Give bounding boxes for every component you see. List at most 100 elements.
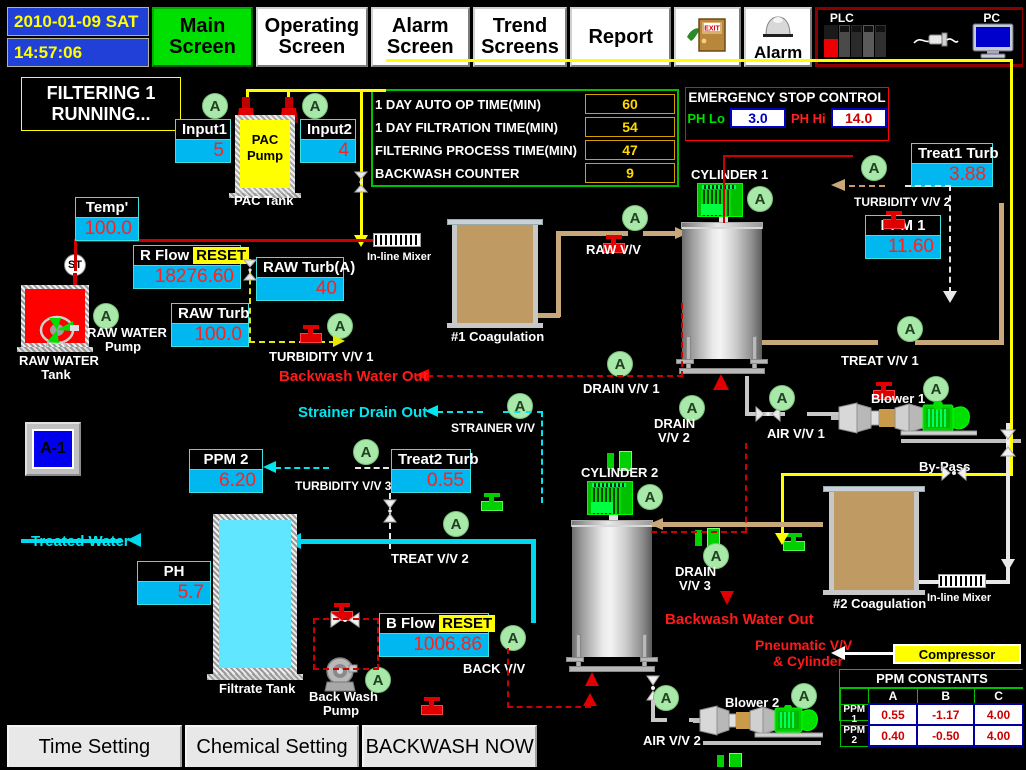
strainer-drain-out-label: Strainer Drain Out [298,404,428,421]
temp-display[interactable]: Temp' 100.0 [75,197,139,241]
auto-indicator-back-vv[interactable]: A [500,625,526,651]
r-flow-title-text: R Flow [140,247,190,264]
in-line-mixer-1-label: In-line Mixer [367,251,432,263]
bottom-action-bar: Time Setting Chemical Setting BACKWASH N… [7,725,538,767]
r-flow-reset-button[interactable]: RESET [193,247,250,264]
raw-turb-a-display[interactable]: RAW Turb(A) 40 [256,257,355,301]
temp-value: 100.0 [76,218,138,240]
nav-report-button[interactable]: Report [570,7,671,67]
exit-button[interactable]: EXIT [673,7,742,67]
status-line1: FILTERING 1 [46,83,156,104]
cylinder-1-label: CYLINDER 1 [691,167,769,182]
alarm-indicator-button[interactable]: Alarm [744,7,812,67]
raw-turb-title: RAW Turb [172,304,249,324]
turbidity-sample-line-1b [249,341,335,343]
backwash-now-button[interactable]: BACKWASH NOW [362,725,538,767]
backwash-check-valve[interactable] [330,612,360,633]
strainer-valve[interactable] [481,493,503,511]
auto-indicator-raw-vv[interactable]: A [622,205,648,231]
treated-water-label: Treated Water [31,533,130,550]
auto-indicator-blower-1[interactable]: A [923,376,949,402]
pac-check-valve-1[interactable] [353,171,369,198]
auto-tag-text: A [868,159,880,177]
nav-main-screen-button[interactable]: Main Screen [152,7,253,67]
cylinder-2-inlet-flow-arrow [649,518,663,530]
coagulation-tank-1 [452,225,538,323]
auto-indicator-drain-vv1[interactable]: A [607,351,633,377]
time-setting-button[interactable]: Time Setting [7,725,182,767]
mixer2-check-valve[interactable] [999,429,1017,462]
treat1-riser-right [999,203,1004,345]
backwash-pump-label-line2: Pump [323,703,360,718]
turbidity-vv3-line-right [355,467,389,469]
table-row: PPM 1 0.55 -1.17 4.00 [840,703,1023,726]
backwash-water-out-label-2: Backwash Water Out [665,611,814,628]
back-vv-label: BACK V/V [463,661,526,676]
nav-trend-screens-button[interactable]: Trend Screens [472,7,568,67]
auto-tag-text: A [710,547,722,565]
ppm-row1-b[interactable]: -1.17 [916,703,976,726]
ppm-row2-a[interactable]: 0.40 [867,724,919,747]
turbidity-valve-2[interactable] [883,211,905,229]
raw-turb-display[interactable]: RAW Turb 100.0 [171,303,249,347]
auto-indicator-pac-pump-2[interactable]: A [302,93,328,119]
auto-indicator-turbidity-vv3[interactable]: A [353,439,379,465]
bypass-check-valve[interactable] [941,464,967,486]
chemical-setting-button[interactable]: Chemical Setting [184,725,360,767]
ph-display[interactable]: PH 5.7 [137,561,211,605]
turbidity-vv2-sample-down [949,185,951,293]
input1-display[interactable]: Input1 5 [175,119,231,163]
nav-alarm-screen-button[interactable]: Alarm Screen [370,7,470,67]
ppm-row1-a[interactable]: 0.55 [867,703,919,726]
auto-indicator-pac-pump-1[interactable]: A [202,93,228,119]
treat1-turb-display[interactable]: Treat1 Turb 3.88 [911,143,999,187]
auto-indicator-treat-vv2[interactable]: A [443,511,469,537]
compressor-button[interactable]: Compressor [893,644,1021,664]
auto-indicator-treat-vv1[interactable]: A [897,316,923,342]
b-flow-display[interactable]: B Flow RESET 1006.86 [379,613,496,657]
drain-valve-3[interactable] [717,753,743,767]
ppm-row2-b[interactable]: -0.50 [916,724,976,747]
auto-indicator-cylinder-2[interactable]: A [637,484,663,510]
input2-display[interactable]: Input2 4 [300,119,356,163]
auto-indicator-strainer-vv[interactable]: A [507,393,533,419]
turbidity-vv3-line-left [275,467,329,469]
svg-text:EXIT: EXIT [704,25,720,32]
auto-indicator-air-vv2[interactable]: A [653,685,679,711]
nav-operating-screen-button[interactable]: Operating Screen [255,7,368,67]
treat1-turb-value: 3.88 [912,164,992,186]
cylinder-2-leg-right [642,634,647,670]
auto-indicator-turbidity-vv2[interactable]: A [861,155,887,181]
ppm-row2-c[interactable]: 4.00 [973,724,1023,747]
treat-valve-2[interactable] [421,697,443,715]
cylinder-2-label: CYLINDER 2 [581,465,659,480]
treat2-check-valve[interactable] [383,499,397,528]
alarm-bell-icon [758,13,798,44]
b-flow-reset-button[interactable]: RESET [439,615,496,632]
ppm-constants-title: PPM CONSTANTS [840,670,1023,688]
coag1-riser-pipe [556,231,561,317]
treat2-turb-display[interactable]: Treat2 Turb 0.55 [391,449,479,493]
raw-water-pump-label-line2: Pump [105,339,142,354]
auto-indicator-air-vv1[interactable]: A [769,385,795,411]
auto-tag-text: A [660,689,672,707]
coag2-base [823,590,925,595]
sample-check-valve-1[interactable] [242,259,258,286]
ph-hi-value[interactable]: 14.0 [830,108,887,128]
ph-lo-label: PH Lo [687,110,725,126]
mixer2-feed-arrow [1001,559,1015,571]
plc-pc-status-panel[interactable]: PLC PC [814,7,1023,67]
compressor-air-arrow [831,646,845,660]
auto-tag-text: A [644,488,656,506]
ph-lo-value[interactable]: 3.0 [729,108,786,128]
cylinder-1-drive-icon [697,183,743,217]
auto-indicator-cylinder-1[interactable]: A [747,186,773,212]
ppm-row1-c[interactable]: 4.00 [973,703,1023,726]
turbidity-valve-1[interactable] [300,325,322,343]
ppm2-display[interactable]: PPM 2 6.20 [189,449,263,493]
r-flow-display[interactable]: R Flow RESET 18276.60 [133,245,250,289]
pac-tank: PAC Pump [235,115,295,193]
cylinder-2-foot-left [566,657,584,662]
a1-indicator-icon[interactable]: A-1 [25,422,81,476]
auto-tag-text: A [309,97,321,115]
